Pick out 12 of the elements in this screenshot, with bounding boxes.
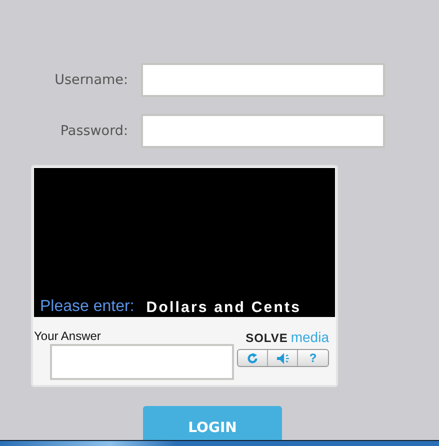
login-button[interactable]: LOGIN	[143, 406, 282, 440]
logo: SOLVE media	[246, 329, 329, 345]
input-field[interactable]	[141, 63, 385, 97]
captcha-challenge: Dollars and Cents	[146, 299, 302, 316]
field-label: Password:	[59, 123, 128, 139]
input-field[interactable]	[141, 114, 385, 148]
captcha-prompt: Please enter:	[40, 298, 134, 316]
answer-label: Your Answer	[34, 329, 102, 343]
answer-box[interactable]	[50, 344, 234, 380]
refresh-icon	[247, 352, 258, 364]
field-label: Username:	[54, 72, 128, 88]
speaker-icon	[276, 352, 288, 364]
